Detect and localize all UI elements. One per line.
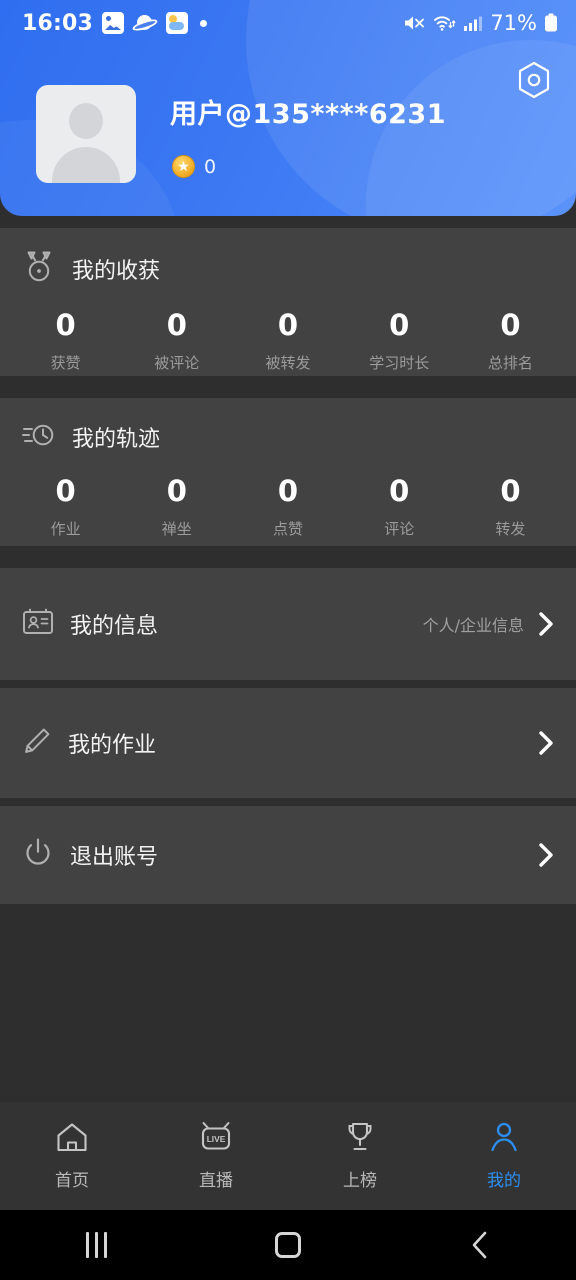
menu-row-right: [524, 842, 554, 868]
nav-label: 我的: [487, 1171, 521, 1191]
menu-row-my-homework[interactable]: 我的作业: [0, 688, 576, 798]
stat-value: 0: [277, 474, 299, 508]
wifi-icon: [433, 13, 456, 33]
coin-count: 0: [204, 155, 217, 178]
stat-value: 0: [55, 308, 76, 342]
stat-label: 评论: [384, 519, 415, 538]
menu-row-left: 退出账号: [22, 837, 158, 873]
id-card-icon: [22, 608, 54, 640]
menu-label: 我的作业: [68, 733, 157, 758]
bottom-navigation: 首页 LIVE 直播 上榜 我的: [0, 1102, 576, 1210]
harvest-title: 我的收获: [72, 259, 161, 284]
stat-value: 0: [389, 474, 410, 508]
stat-value: 0: [166, 474, 187, 508]
coin-balance[interactable]: ★ 0: [172, 155, 216, 178]
stat-item[interactable]: 0 转发: [455, 474, 566, 539]
menu-row-left: 我的信息: [22, 608, 158, 640]
status-bar-right: 71%: [403, 11, 558, 35]
avatar-head-shape: [69, 103, 103, 139]
stat-value: 0: [500, 308, 521, 342]
chevron-right-icon: [538, 611, 554, 637]
stat-value: 0: [277, 308, 299, 342]
coin-icon: ★: [172, 155, 195, 178]
stat-label: 获赞: [50, 353, 81, 372]
photos-icon: [102, 12, 125, 34]
stat-item[interactable]: 0 禅坐: [121, 474, 232, 539]
weather-icon: [166, 12, 189, 34]
harvest-card: 我的收获 0 获赞 0 被评论 0 被转发 0 学习时长 0 总排名: [0, 228, 576, 376]
stat-label: 禅坐: [161, 519, 192, 538]
stat-label: 被转发: [265, 353, 311, 372]
stat-item[interactable]: 0 获赞: [10, 308, 121, 373]
nav-item-mine[interactable]: 我的: [432, 1121, 576, 1191]
menu-sub-label: 个人/企业信息: [422, 616, 524, 635]
menu-label: 退出账号: [70, 845, 159, 870]
stat-item[interactable]: 0 评论: [344, 474, 455, 539]
stat-value: 0: [500, 474, 521, 508]
home-button-icon[interactable]: [192, 1232, 384, 1258]
status-bar-left: 16:03: [22, 10, 208, 36]
trophy-icon: [344, 1121, 376, 1157]
back-icon[interactable]: [384, 1230, 576, 1260]
menu-row-my-info[interactable]: 我的信息 个人/企业信息: [0, 568, 576, 680]
nav-label: 直播: [199, 1171, 233, 1191]
stat-item[interactable]: 0 被转发: [232, 308, 343, 373]
stat-label: 学习时长: [369, 353, 430, 372]
home-icon: [55, 1121, 89, 1157]
trace-card: 我的轨迹 0 作业 0 禅坐 0 点赞 0 评论 0 转发: [0, 398, 576, 546]
stat-item[interactable]: 0 学习时长: [344, 308, 455, 373]
stat-item[interactable]: 0 点赞: [232, 474, 343, 539]
signal-icon: [463, 14, 483, 32]
history-clock-icon: [22, 420, 56, 454]
menu-label: 我的信息: [70, 614, 159, 639]
saturn-icon: [131, 12, 159, 34]
stat-value: 0: [166, 308, 187, 342]
menu-row-logout[interactable]: 退出账号: [0, 806, 576, 904]
live-tv-icon: LIVE: [198, 1121, 234, 1157]
chevron-right-icon: [538, 842, 554, 868]
dot-indicator-icon: [200, 19, 208, 27]
username: 用户@135****6231: [170, 99, 446, 130]
android-navigation-bar: [0, 1210, 576, 1280]
stat-item[interactable]: 0 总排名: [455, 308, 566, 373]
trace-stats: 0 作业 0 禅坐 0 点赞 0 评论 0 转发: [0, 474, 576, 539]
svg-text:LIVE: LIVE: [207, 1134, 226, 1144]
avatar-body-shape: [52, 147, 120, 183]
power-icon: [22, 837, 54, 873]
stat-label: 点赞: [273, 519, 304, 538]
trace-title-row: 我的轨迹: [0, 420, 576, 454]
stat-item[interactable]: 0 被评论: [121, 308, 232, 373]
status-bar: 16:03 71%: [0, 0, 576, 46]
harvest-title-row: 我的收获: [0, 250, 576, 288]
stat-label: 作业: [50, 519, 81, 538]
settings-icon[interactable]: [512, 58, 556, 102]
stat-label: 转发: [495, 519, 526, 538]
medal-icon: [22, 250, 56, 288]
battery-percentage: 71%: [490, 11, 537, 35]
recents-icon[interactable]: [0, 1232, 192, 1258]
nav-item-home[interactable]: 首页: [0, 1121, 144, 1191]
nav-label: 首页: [55, 1171, 89, 1191]
nav-item-live[interactable]: LIVE 直播: [144, 1121, 288, 1191]
chevron-right-icon: [538, 730, 554, 756]
nav-item-ranking[interactable]: 上榜: [288, 1121, 432, 1191]
nav-label: 上榜: [343, 1171, 377, 1191]
stat-item[interactable]: 0 作业: [10, 474, 121, 539]
menu-row-right: 个人/企业信息: [423, 611, 554, 637]
stat-value: 0: [389, 308, 410, 342]
menu-row-right: [524, 730, 554, 756]
harvest-stats: 0 获赞 0 被评论 0 被转发 0 学习时长 0 总排名: [0, 308, 576, 373]
battery-icon: [544, 13, 558, 33]
stat-label: 被评论: [154, 353, 200, 372]
pencil-icon: [22, 726, 52, 760]
status-time: 16:03: [22, 10, 94, 36]
mute-icon: [403, 13, 426, 33]
stat-label: 总排名: [487, 353, 533, 372]
trace-title: 我的轨迹: [72, 427, 161, 452]
person-icon: [488, 1121, 520, 1157]
menu-row-left: 我的作业: [22, 726, 156, 760]
stat-value: 0: [55, 474, 76, 508]
avatar[interactable]: [36, 85, 136, 183]
